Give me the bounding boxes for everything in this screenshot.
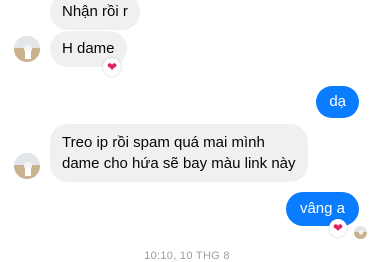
seen-avatar [354, 226, 367, 239]
message-text: H dame [62, 40, 115, 57]
message-reaction[interactable]: ❤ [103, 58, 121, 76]
message-bubble-outgoing[interactable]: dạ [316, 86, 359, 118]
heart-icon: ❤ [106, 60, 118, 74]
message-bubble-incoming[interactable]: Treo ip rồi spam quá mai mình dame cho h… [50, 124, 308, 182]
message-reaction[interactable]: ❤ [329, 219, 347, 237]
timestamp-divider: 10:10, 10 THG 8 [144, 250, 230, 262]
avatar-image [14, 36, 40, 62]
heart-icon: ❤ [332, 221, 344, 235]
message-bubble-outgoing[interactable]: vâng a [285, 192, 359, 226]
avatar-image [14, 153, 40, 179]
contact-avatar[interactable] [14, 153, 40, 179]
message-text: dạ [329, 93, 346, 110]
message-bubble-incoming[interactable]: Nhận rồi r [50, 0, 140, 30]
message-text-line: Treo ip rồi spam quá mai mình [62, 134, 265, 151]
contact-avatar[interactable] [14, 36, 40, 62]
message-text: Nhận rồi r [62, 3, 128, 20]
avatar-image [354, 226, 367, 239]
message-text-line: dame cho hứa sẽ bay màu link này [62, 155, 296, 172]
message-text: vâng a [299, 200, 345, 217]
